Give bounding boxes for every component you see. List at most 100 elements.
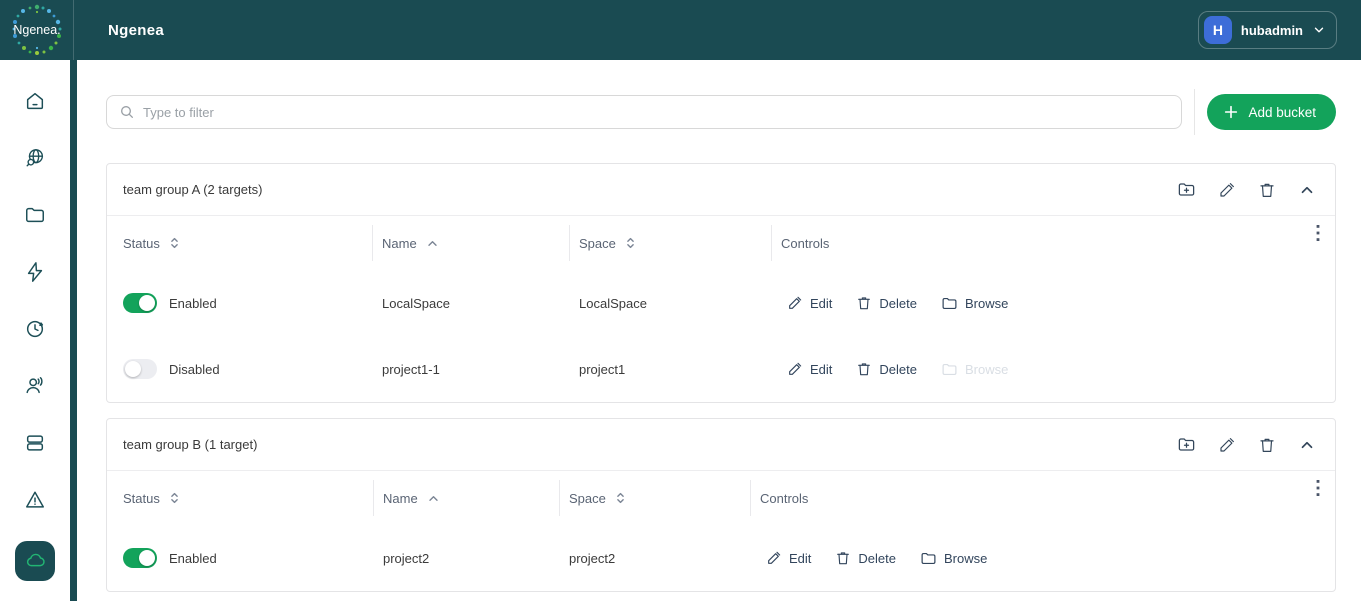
trash-icon [1258, 436, 1276, 454]
edit-group-button[interactable] [1218, 436, 1236, 454]
group-b-title: team group B (1 target) [123, 437, 257, 452]
add-bucket-label: Add bucket [1248, 105, 1316, 120]
group-a-table: Status Name Space [107, 216, 1335, 402]
column-header-name[interactable]: Name [373, 471, 559, 525]
folder-icon [941, 361, 958, 378]
delete-group-button[interactable] [1258, 436, 1276, 454]
page-title: Ngenea [108, 22, 164, 39]
sort-asc-icon [428, 495, 439, 502]
group-a-title: team group A (2 targets) [123, 182, 262, 197]
space-cell: project2 [559, 551, 750, 566]
folder-plus-icon [1177, 180, 1196, 199]
storage-icon[interactable] [0, 414, 70, 471]
status-toggle[interactable] [123, 359, 157, 379]
table-row: Enabled LocalSpace LocalSpace Edit [107, 270, 1335, 336]
plus-icon [1223, 104, 1239, 120]
filter-input[interactable] [143, 105, 1169, 120]
folder-icon [920, 550, 937, 567]
activity-icon[interactable] [0, 243, 70, 300]
add-bucket-button[interactable]: Add bucket [1207, 94, 1336, 130]
discover-icon[interactable] [0, 129, 70, 186]
sort-icon [616, 491, 625, 505]
user-menu[interactable]: H hubadmin [1198, 11, 1337, 49]
group-card-a: team group A (2 targets) [106, 163, 1336, 403]
status-label: Enabled [169, 551, 217, 566]
chevron-down-icon [1312, 23, 1326, 37]
column-header-controls: Controls [771, 216, 1335, 270]
edit-button[interactable]: Edit [766, 550, 811, 566]
column-header-status[interactable]: Status [107, 216, 372, 270]
delete-button[interactable]: Delete [835, 550, 896, 566]
edit-button[interactable]: Edit [787, 295, 832, 311]
column-header-controls: Controls [750, 471, 1335, 525]
cloud-active-button[interactable] [15, 541, 55, 581]
users-icon[interactable] [0, 357, 70, 414]
app-header: Ngenea. Ngenea H hubadmin [0, 0, 1361, 60]
chevron-up-icon [1298, 181, 1316, 199]
pencil-icon [787, 295, 803, 311]
trash-icon [856, 361, 872, 377]
home-icon[interactable] [0, 72, 70, 129]
cloud-icon [24, 550, 46, 572]
status-toggle[interactable] [123, 548, 157, 568]
browse-button[interactable]: Browse [941, 295, 1008, 312]
brand-logo: Ngenea. [0, 0, 74, 60]
table-row: Enabled project2 project2 Edit [107, 525, 1335, 591]
add-target-button[interactable] [1177, 180, 1196, 199]
edit-button[interactable]: Edit [787, 361, 832, 377]
space-cell: LocalSpace [569, 296, 771, 311]
history-icon[interactable] [0, 300, 70, 357]
main-content: Add bucket team group A (2 targets) [77, 60, 1361, 601]
delete-button[interactable]: Delete [856, 295, 917, 311]
delete-group-button[interactable] [1258, 181, 1276, 199]
table-header-row: Status Name Space [107, 471, 1335, 525]
column-header-status[interactable]: Status [107, 471, 373, 525]
trash-icon [1258, 181, 1276, 199]
user-name: hubadmin [1241, 23, 1303, 38]
logo-wordmark: Ngenea. [13, 23, 60, 37]
pencil-icon [766, 550, 782, 566]
column-header-space[interactable]: Space [559, 471, 750, 525]
alerts-icon[interactable] [0, 471, 70, 528]
space-cell: project1 [569, 362, 771, 377]
folder-icon[interactable] [0, 186, 70, 243]
group-b-header: team group B (1 target) [107, 419, 1335, 471]
search-icon [119, 104, 135, 120]
table-row: Disabled project1-1 project1 Edit [107, 336, 1335, 402]
sort-asc-icon [427, 240, 438, 247]
group-b-table: Status Name Space [107, 471, 1335, 591]
sidebar-accent-bar [70, 60, 77, 601]
browse-button[interactable]: Browse [920, 550, 987, 567]
user-avatar: H [1204, 16, 1232, 44]
collapse-group-button[interactable] [1298, 436, 1316, 454]
name-cell: project2 [373, 551, 559, 566]
pencil-icon [787, 361, 803, 377]
group-a-header: team group A (2 targets) [107, 164, 1335, 216]
column-header-space[interactable]: Space [569, 216, 771, 270]
ngenea-logo-icon: Ngenea. [9, 2, 65, 58]
trash-icon [835, 550, 851, 566]
folder-plus-icon [1177, 435, 1196, 454]
collapse-group-button[interactable] [1298, 181, 1316, 199]
sort-icon [170, 491, 179, 505]
status-label: Enabled [169, 296, 217, 311]
trash-icon [856, 295, 872, 311]
status-toggle[interactable] [123, 293, 157, 313]
app-root: Ngenea. Ngenea H hubadmin [0, 0, 1361, 601]
sort-icon [626, 236, 635, 250]
status-label: Disabled [169, 362, 220, 377]
add-target-button[interactable] [1177, 435, 1196, 454]
table-header-row: Status Name Space [107, 216, 1335, 270]
filter-field[interactable] [106, 95, 1182, 129]
group-card-b: team group B (1 target) [106, 418, 1336, 592]
folder-icon [941, 295, 958, 312]
toolbar-divider [1194, 89, 1195, 135]
sidebar [0, 60, 70, 601]
column-header-name[interactable]: Name [372, 216, 569, 270]
chevron-up-icon [1298, 436, 1316, 454]
name-cell: LocalSpace [372, 296, 569, 311]
pencil-icon [1218, 181, 1236, 199]
delete-button[interactable]: Delete [856, 361, 917, 377]
edit-group-button[interactable] [1218, 181, 1236, 199]
name-cell: project1-1 [372, 362, 569, 377]
